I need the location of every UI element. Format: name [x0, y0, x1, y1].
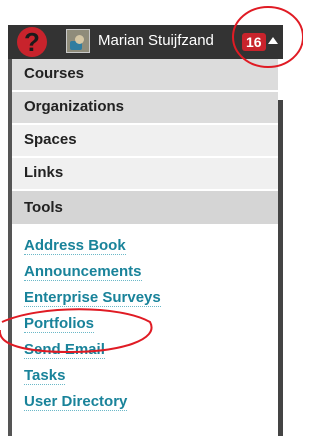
avatar[interactable] — [66, 29, 90, 53]
tool-link-address-book[interactable]: Address Book — [24, 236, 278, 262]
avatar-head — [75, 35, 84, 44]
page-edge-right — [278, 100, 283, 436]
tool-link-label: Announcements — [24, 263, 142, 281]
tool-link-label: Send Email — [24, 341, 105, 359]
tool-link-label: User Directory — [24, 393, 128, 411]
tool-link-label: Tasks — [24, 367, 66, 385]
top-bar: ? Marian Stuijfzand 16 — [8, 25, 283, 59]
user-name[interactable]: Marian Stuijfzand — [98, 32, 214, 49]
tool-link-tasks[interactable]: Tasks — [24, 366, 278, 392]
menu-item-courses[interactable]: Courses — [12, 59, 278, 92]
menu-item-organizations[interactable]: Organizations — [12, 92, 278, 125]
menu-item-spaces[interactable]: Spaces — [12, 125, 278, 158]
tools-list: Address Book Announcements Enterprise Su… — [12, 224, 278, 418]
tool-link-portfolios[interactable]: Portfolios — [24, 314, 278, 340]
tool-link-label: Address Book — [24, 237, 126, 255]
user-dropdown-menu: Courses Organizations Spaces Links Tools… — [12, 59, 278, 436]
tool-link-announcements[interactable]: Announcements — [24, 262, 278, 288]
tool-link-user-directory[interactable]: User Directory — [24, 392, 278, 418]
menu-item-tools[interactable]: Tools — [12, 191, 278, 224]
tool-link-label: Enterprise Surveys — [24, 289, 161, 307]
notification-badge[interactable]: 16 — [242, 33, 266, 51]
tool-link-send-email[interactable]: Send Email — [24, 340, 278, 366]
tool-link-label: Portfolios — [24, 315, 94, 333]
caret-up-icon[interactable] — [268, 37, 278, 44]
menu-item-links[interactable]: Links — [12, 158, 278, 191]
question-mark-icon[interactable]: ? — [17, 27, 47, 57]
tool-link-enterprise-surveys[interactable]: Enterprise Surveys — [24, 288, 278, 314]
